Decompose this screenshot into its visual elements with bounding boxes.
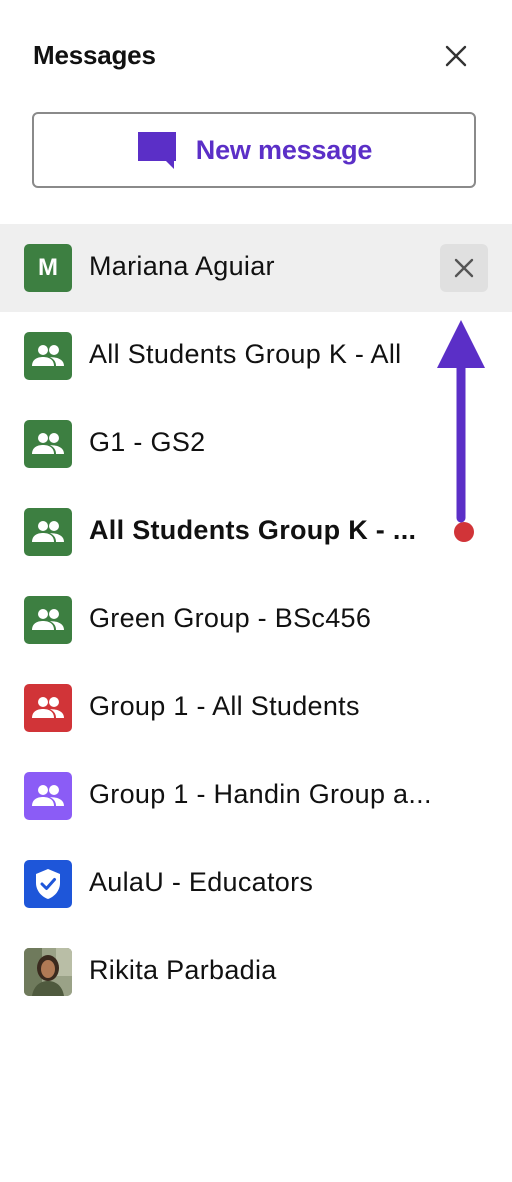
conversation-name: All Students Group K - ... bbox=[89, 515, 417, 545]
group-icon bbox=[32, 521, 64, 542]
conversation-name: G1 - GS2 bbox=[89, 427, 206, 457]
conversation-row[interactable]: M Mariana Aguiar bbox=[0, 224, 512, 312]
conversation-name: Group 1 - All Students bbox=[89, 691, 360, 721]
conversation-row[interactable]: AulaU - Educators bbox=[0, 840, 512, 928]
close-icon bbox=[445, 45, 467, 67]
conversation-row[interactable]: Group 1 - Handin Group a... bbox=[0, 752, 512, 840]
chat-bubble-icon bbox=[137, 132, 176, 169]
group-icon bbox=[32, 345, 64, 366]
new-message-label: New message bbox=[195, 134, 373, 165]
avatar bbox=[24, 508, 72, 556]
conversation-row[interactable]: Rikita Parbadia bbox=[0, 928, 512, 1016]
new-message-button[interactable]: New message bbox=[32, 112, 476, 188]
profile-photo bbox=[24, 948, 72, 996]
group-icon bbox=[32, 785, 64, 806]
close-panel-button[interactable] bbox=[438, 38, 474, 74]
avatar bbox=[24, 596, 72, 644]
page-title: Messages bbox=[33, 40, 156, 70]
conversation-list: M Mariana Aguiar All Students Group K - … bbox=[0, 224, 512, 1016]
avatar-initial: M bbox=[38, 254, 58, 281]
conversation-row[interactable]: All Students Group K - All bbox=[0, 312, 512, 400]
group-icon bbox=[32, 697, 64, 718]
avatar bbox=[24, 772, 72, 820]
conversation-name: Rikita Parbadia bbox=[89, 955, 277, 985]
close-icon bbox=[454, 258, 474, 278]
avatar bbox=[24, 948, 72, 996]
remove-conversation-button[interactable] bbox=[440, 244, 488, 292]
conversation-name: Group 1 - Handin Group a... bbox=[89, 779, 432, 809]
group-icon bbox=[32, 609, 64, 630]
conversation-row[interactable]: Green Group - BSc456 bbox=[0, 576, 512, 664]
group-icon bbox=[32, 433, 64, 454]
avatar bbox=[24, 332, 72, 380]
avatar bbox=[24, 420, 72, 468]
conversation-row[interactable]: Group 1 - All Students bbox=[0, 664, 512, 752]
avatar: M bbox=[24, 244, 72, 292]
unread-indicator bbox=[454, 522, 474, 542]
conversation-name: Mariana Aguiar bbox=[89, 251, 275, 281]
conversation-row[interactable]: All Students Group K - ... bbox=[0, 488, 512, 576]
conversation-row[interactable]: G1 - GS2 bbox=[0, 400, 512, 488]
shield-check-icon bbox=[36, 869, 60, 899]
avatar bbox=[24, 684, 72, 732]
conversation-name: Green Group - BSc456 bbox=[89, 603, 372, 633]
messages-header: Messages bbox=[0, 0, 512, 112]
conversation-name: All Students Group K - All bbox=[89, 339, 402, 369]
conversation-name: AulaU - Educators bbox=[89, 867, 314, 897]
avatar bbox=[24, 860, 72, 908]
